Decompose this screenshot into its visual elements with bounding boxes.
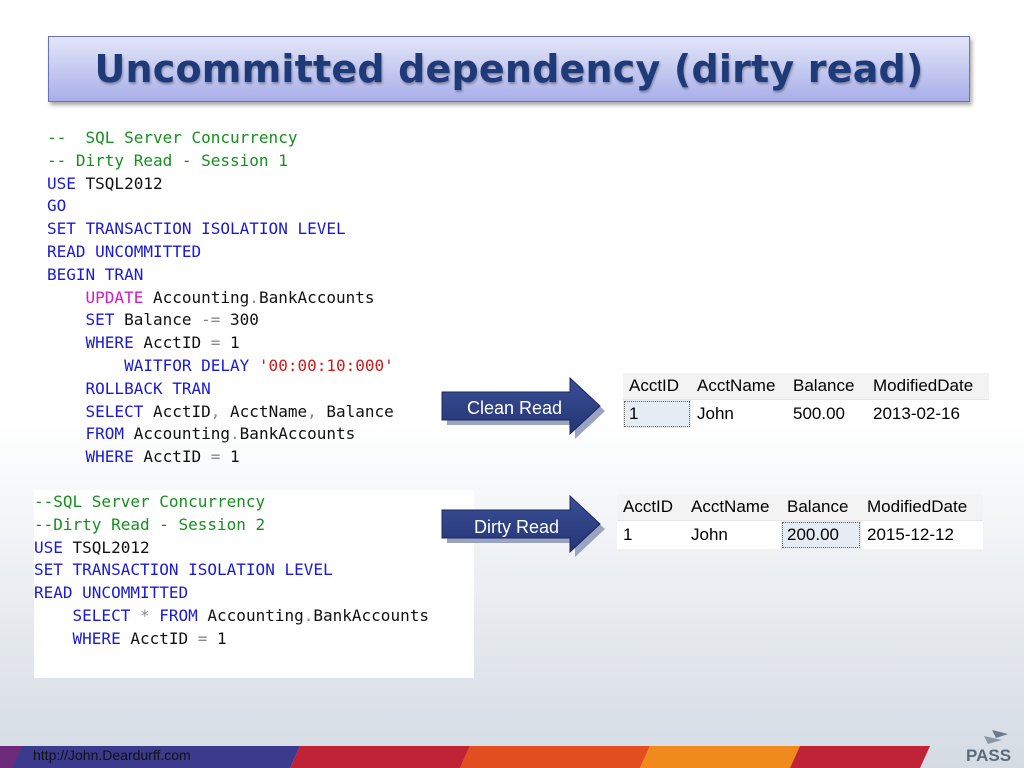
code-line: SET TRANSACTION ISOLATION LEVEL bbox=[47, 219, 346, 239]
code-line: WHERE AcctID = 1 bbox=[85, 333, 240, 353]
code-line: ROLLBACK TRAN bbox=[85, 378, 211, 398]
cell-acctname[interactable]: John bbox=[685, 521, 781, 549]
cell-balance[interactable]: 200.00 bbox=[781, 521, 861, 549]
result-header-row: AcctID AcctName Balance ModifiedDate bbox=[623, 373, 989, 399]
code-line: SELECT AcctID, AcctName, Balance bbox=[85, 401, 394, 421]
header-acctname: AcctName bbox=[691, 497, 770, 516]
code-line: BEGIN TRAN bbox=[47, 264, 144, 284]
cell-balance[interactable]: 500.00 bbox=[787, 400, 867, 428]
code-line: GO bbox=[47, 196, 67, 216]
code-line: WHERE AcctID = 1 bbox=[85, 447, 240, 467]
code-line: FROM Accounting.BankAccounts bbox=[85, 424, 356, 444]
header-acctname: AcctName bbox=[697, 376, 776, 395]
code-line: WAITFOR DELAY '00:00:10:000' bbox=[124, 355, 394, 375]
footer-url: http://John.Deardurff.com bbox=[33, 747, 191, 763]
slide-title: Uncommitted dependency (dirty read) bbox=[94, 47, 924, 91]
header-acctid: AcctID bbox=[629, 376, 680, 395]
code-line: READ UNCOMMITTED bbox=[47, 241, 202, 261]
code-line: USE TSQL2012 bbox=[34, 537, 150, 557]
pass-logo-icon: PASS bbox=[966, 730, 1011, 764]
header-modifieddate: ModifiedDate bbox=[873, 376, 974, 395]
header-balance: Balance bbox=[793, 376, 855, 395]
code-line: WHERE AcctID = 1 bbox=[72, 628, 227, 648]
result-row[interactable]: 1 John 500.00 2013-02-16 bbox=[623, 399, 989, 428]
session1-code-block: -- SQL Server Concurrency -- Dirty Read -… bbox=[47, 127, 394, 469]
header-balance: Balance bbox=[787, 497, 849, 516]
header-acctid: AcctID bbox=[623, 497, 674, 516]
code-line: SET Balance -= 300 bbox=[85, 310, 259, 330]
code-line: --Dirty Read - Session 2 bbox=[34, 514, 266, 534]
code-line: -- SQL Server Concurrency bbox=[47, 128, 298, 147]
session2-code-block: --SQL Server Concurrency --Dirty Read - S… bbox=[34, 491, 429, 651]
code-line: USE TSQL2012 bbox=[47, 173, 163, 193]
clean-read-label: Clean Read bbox=[467, 398, 563, 418]
code-line: SELECT * FROM Accounting.BankAccounts bbox=[72, 605, 429, 625]
cell-acctname[interactable]: John bbox=[691, 400, 787, 428]
clean-read-result-grid: AcctID AcctName Balance ModifiedDate 1 J… bbox=[623, 373, 989, 428]
code-line: UPDATE Accounting.BankAccounts bbox=[85, 287, 375, 307]
result-row[interactable]: 1 John 200.00 2015-12-12 bbox=[617, 520, 983, 549]
code-line: --SQL Server Concurrency bbox=[34, 492, 266, 511]
logo-text: PASS bbox=[966, 746, 1011, 764]
cell-acctid[interactable]: 1 bbox=[623, 400, 691, 428]
code-line: -- Dirty Read - Session 1 bbox=[47, 150, 288, 170]
code-line: SET TRANSACTION ISOLATION LEVEL bbox=[34, 560, 333, 580]
dirty-read-label: Dirty Read bbox=[474, 517, 560, 537]
title-banner: Uncommitted dependency (dirty read) bbox=[48, 36, 970, 102]
header-modifieddate: ModifiedDate bbox=[867, 497, 968, 516]
code-line: READ UNCOMMITTED bbox=[34, 583, 189, 603]
result-header-row: AcctID AcctName Balance ModifiedDate bbox=[617, 494, 983, 520]
cell-modifieddate[interactable]: 2013-02-16 bbox=[867, 400, 989, 428]
dirty-read-result-grid: AcctID AcctName Balance ModifiedDate 1 J… bbox=[617, 494, 983, 549]
cell-modifieddate[interactable]: 2015-12-12 bbox=[861, 521, 983, 549]
cell-acctid[interactable]: 1 bbox=[617, 521, 685, 549]
